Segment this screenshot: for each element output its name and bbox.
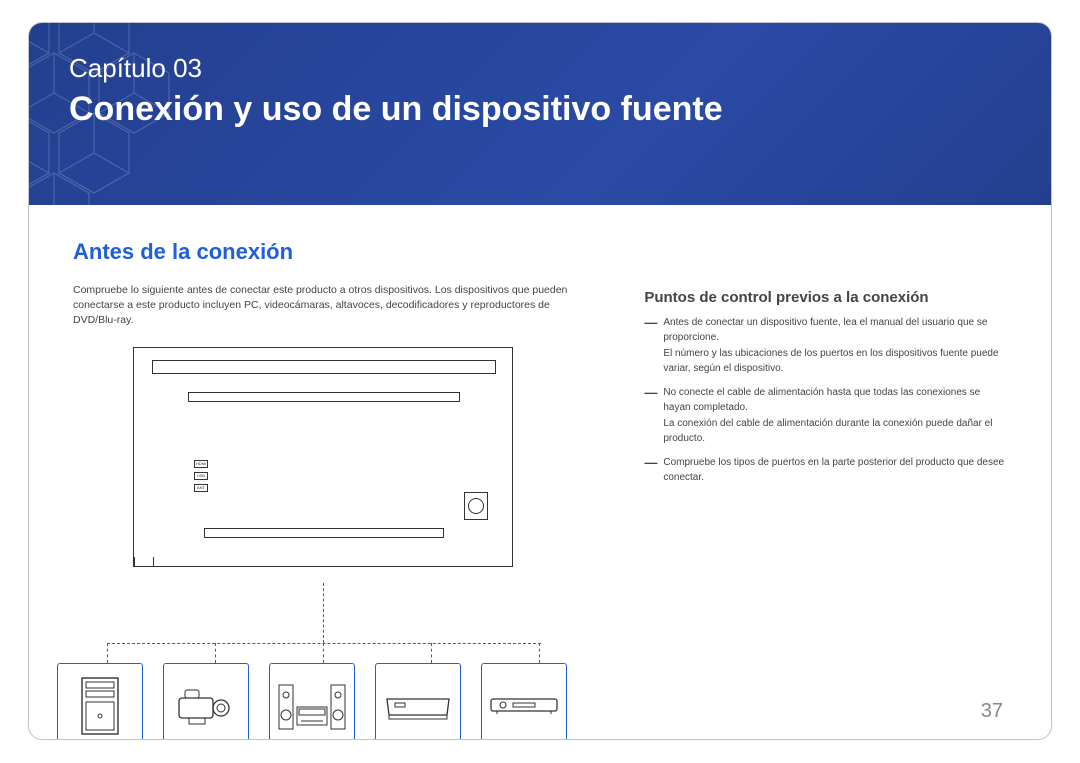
port-label: ANT	[194, 484, 208, 492]
chapter-label: Capítulo 03	[69, 53, 1011, 84]
device-pc-tower	[57, 663, 143, 740]
dashed-connector	[107, 643, 541, 644]
checkpoint-main: Antes de conectar un dispositivo fuente,…	[663, 317, 987, 343]
subsection-heading: Puntos de control previos a la conexión	[644, 289, 1007, 306]
dashed-connector	[431, 643, 432, 663]
dash-icon: ―	[644, 316, 657, 376]
connection-diagram: HDMI USB ANT	[73, 347, 588, 567]
stereo-speakers-icon	[277, 679, 347, 733]
device-dvd-player	[481, 663, 567, 740]
dashed-connector	[539, 643, 540, 663]
page-number: 37	[981, 700, 1003, 723]
left-column: Antes de la conexión Compruebe lo siguie…	[73, 239, 588, 567]
port-label: HDMI	[194, 460, 208, 468]
device-set-top-box	[375, 663, 461, 740]
dashed-connector	[107, 643, 108, 663]
cube-pattern-icon	[28, 22, 209, 243]
set-top-box-icon	[385, 691, 451, 721]
checkpoint-item: ― Compruebe los tipos de puertos en la p…	[644, 456, 1007, 485]
checkpoint-sub: La conexión del cable de alimentación du…	[663, 417, 1007, 446]
right-column: Puntos de control previos a la conexión …	[644, 239, 1007, 567]
dash-icon: ―	[644, 456, 657, 485]
pc-tower-icon	[80, 676, 120, 736]
dvd-player-icon	[489, 695, 559, 717]
port-label: USB	[194, 472, 208, 480]
checkpoint-main: Compruebe los tipos de puertos en la par…	[663, 457, 1004, 483]
checkpoint-sub: El número y las ubicaciones de los puert…	[663, 347, 1007, 376]
dashed-connector	[323, 583, 324, 643]
dash-icon: ―	[644, 386, 657, 446]
intro-paragraph: Compruebe lo siguiente antes de conectar…	[73, 283, 588, 329]
checkpoint-main: No conecte el cable de alimentación hast…	[663, 387, 980, 413]
camcorder-icon	[175, 684, 237, 728]
tv-back-panel: HDMI USB ANT	[133, 347, 513, 567]
dashed-connector	[215, 643, 216, 663]
checkpoint-item: ― No conecte el cable de alimentación ha…	[644, 386, 1007, 446]
page-frame: Capítulo 03 Conexión y uso de un disposi…	[28, 22, 1052, 740]
checkpoint-item: ― Antes de conectar un dispositivo fuent…	[644, 316, 1007, 376]
chapter-title: Conexión y uso de un dispositivo fuente	[69, 90, 1011, 129]
devices-row	[57, 663, 567, 740]
chapter-banner: Capítulo 03 Conexión y uso de un disposi…	[29, 23, 1051, 205]
dashed-connector	[323, 643, 324, 663]
device-stereo-speakers	[269, 663, 355, 740]
device-camcorder	[163, 663, 249, 740]
content-area: Antes de la conexión Compruebe lo siguie…	[29, 205, 1051, 567]
